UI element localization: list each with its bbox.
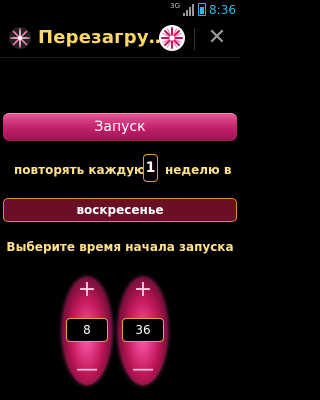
minutes-minus-button[interactable]: — — [118, 359, 168, 381]
repeat-prefix-label: повторять каждую — [14, 163, 146, 177]
action-bar: Перезагру… ✕ — [0, 20, 240, 58]
day-of-week-selector[interactable]: воскресенье — [3, 198, 237, 222]
starburst-action-icon[interactable] — [158, 24, 186, 52]
signal-icon — [183, 3, 195, 16]
starburst-icon[interactable] — [8, 26, 32, 50]
close-icon[interactable]: ✕ — [205, 26, 229, 50]
action-bar-bottom-line — [0, 57, 240, 58]
hours-spinner: + 8 — — [62, 277, 112, 385]
minutes-value[interactable]: 36 — [122, 318, 164, 342]
status-icons: 3G — [170, 3, 206, 16]
hours-plus-button[interactable]: + — [62, 279, 112, 301]
hours-value[interactable]: 8 — [66, 318, 108, 342]
clock: 8:36 — [209, 3, 236, 17]
choose-time-label: Выберите время начала запуска — [6, 240, 234, 254]
minutes-plus-button[interactable]: + — [118, 279, 168, 301]
hours-minus-button[interactable]: — — [62, 359, 112, 381]
battery-icon — [198, 3, 206, 16]
network-type: 3G — [170, 2, 180, 10]
start-button[interactable]: Запуск — [3, 113, 237, 141]
minutes-spinner: + 36 — — [118, 277, 168, 385]
action-bar-divider — [194, 28, 195, 50]
status-bar: 3G 8:36 — [0, 0, 240, 20]
repeat-count-field[interactable]: 1 — [143, 154, 158, 182]
app-title: Перезагру… — [38, 27, 167, 48]
repeat-suffix-label: неделю в — [165, 163, 232, 177]
